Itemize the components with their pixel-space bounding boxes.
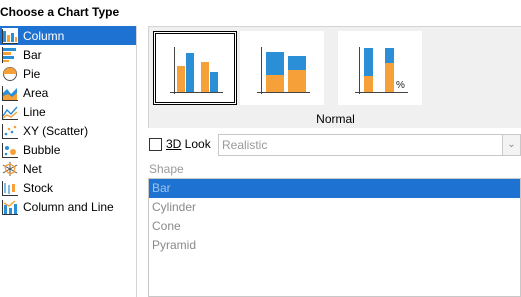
chart-type-label: Column and Line (23, 199, 114, 214)
bubble-chart-icon (2, 142, 18, 158)
chart-variant-panel: % Normal (148, 26, 521, 128)
normal-column-variant-icon (170, 47, 223, 94)
column-chart-icon (2, 27, 18, 44)
chart-type-column-and-line[interactable]: Column and Line (0, 197, 136, 216)
chart-type-list[interactable]: Column Bar Pie Area Line XY (Scatter) Bu… (0, 26, 137, 297)
chart-type-label: Bar (23, 47, 42, 62)
stock-chart-icon (2, 180, 18, 196)
percent-symbol: % (396, 80, 405, 91)
chart-type-label: Net (23, 161, 42, 176)
3d-look-label: 3D Look (166, 137, 211, 151)
3d-scheme-value: Realistic (222, 138, 268, 152)
net-chart-icon (2, 161, 18, 176)
dialog-title: Choose a Chart Type (0, 5, 120, 19)
column-and-line-chart-icon (2, 199, 18, 215)
chart-type-net[interactable]: Net (0, 159, 136, 178)
chart-type-label: Bubble (23, 142, 61, 157)
variant-stacked[interactable] (240, 31, 324, 105)
variant-caption: Normal (316, 112, 355, 126)
3d-look-label-prefix: 3D (166, 137, 182, 151)
line-chart-icon (2, 104, 18, 120)
chart-type-line[interactable]: Line (0, 102, 136, 121)
3d-look-checkbox[interactable] (149, 138, 162, 151)
3d-look-row: 3D Look Realistic ⌄ (148, 134, 521, 156)
chart-type-label: Area (23, 85, 49, 100)
chart-type-column[interactable]: Column (0, 26, 136, 45)
chart-type-area[interactable]: Area (0, 83, 136, 102)
chart-type-label: Column (23, 28, 65, 43)
chart-type-pie[interactable]: Pie (0, 64, 136, 83)
variant-normal[interactable] (153, 31, 237, 105)
stacked-column-variant-icon (257, 47, 310, 94)
3d-scheme-select[interactable]: Realistic ⌄ (218, 134, 521, 156)
chart-type-label: Stock (23, 180, 54, 195)
shape-label: Shape (149, 162, 184, 176)
scatter-chart-icon (2, 123, 18, 139)
pie-chart-icon (3, 66, 17, 81)
shape-option-bar[interactable]: Bar (149, 179, 520, 198)
chart-type-label: XY (Scatter) (23, 123, 89, 138)
shape-option-cone[interactable]: Cone (149, 217, 520, 236)
chart-type-label: Pie (23, 66, 41, 81)
shape-list[interactable]: Bar Cylinder Cone Pyramid (148, 178, 521, 297)
chart-type-stock[interactable]: Stock (0, 178, 136, 197)
chart-type-bubble[interactable]: Bubble (0, 140, 136, 159)
shape-option-cylinder[interactable]: Cylinder (149, 198, 520, 217)
chart-type-label: Line (23, 104, 46, 119)
chart-type-bar[interactable]: Bar (0, 45, 136, 64)
chevron-down-icon[interactable]: ⌄ (502, 135, 520, 155)
percent-stacked-column-variant-icon: % (355, 47, 408, 94)
3d-look-label-rest: Look (181, 137, 211, 151)
chart-type-xy-scatter[interactable]: XY (Scatter) (0, 121, 136, 140)
variant-percent-stacked[interactable]: % (338, 31, 422, 105)
bar-chart-icon (2, 46, 16, 63)
shape-option-pyramid[interactable]: Pyramid (149, 236, 520, 255)
area-chart-icon (2, 85, 18, 101)
